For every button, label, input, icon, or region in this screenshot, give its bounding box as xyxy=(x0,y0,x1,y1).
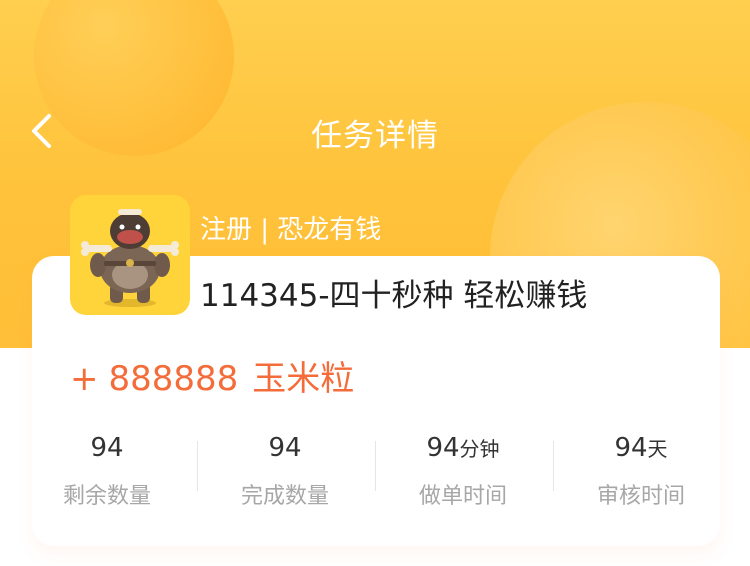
reward-unit: 玉米粒 xyxy=(252,359,355,399)
task-category: 注册 | 恐龙有钱 xyxy=(200,215,382,245)
stat-value: 94 xyxy=(90,433,124,463)
stat-task-time: 94分钟 做单时间 xyxy=(374,430,552,510)
reward-amount: +888888 玉米粒 xyxy=(70,351,354,400)
page-title: 任务详情 xyxy=(311,118,439,154)
stat-remaining: 94 剩余数量 xyxy=(18,430,196,510)
reward-plus: + xyxy=(70,359,99,399)
stat-completed: 94 完成数量 xyxy=(196,430,374,510)
stat-divider xyxy=(553,441,554,491)
stat-label: 完成数量 xyxy=(240,484,329,509)
reward-value: 888888 xyxy=(108,359,239,399)
stat-review-time: 94天 审核时间 xyxy=(552,430,730,510)
stat-value: 94 xyxy=(268,433,302,463)
task-name: 114345-四十秒种 轻松赚钱 xyxy=(200,278,588,314)
stat-label: 剩余数量 xyxy=(62,484,151,509)
task-stats: 94 剩余数量 94 完成数量 94分钟 做单时间 94天 审核时间 xyxy=(18,430,730,510)
stat-value: 94分钟 xyxy=(426,433,500,463)
stat-divider xyxy=(197,441,198,491)
task-avatar xyxy=(70,195,190,315)
stat-label: 审核时间 xyxy=(596,484,685,509)
stat-value: 94天 xyxy=(614,433,668,463)
stat-divider xyxy=(375,441,376,491)
dinosaur-character-icon xyxy=(81,209,179,307)
stat-label: 做单时间 xyxy=(418,484,507,509)
